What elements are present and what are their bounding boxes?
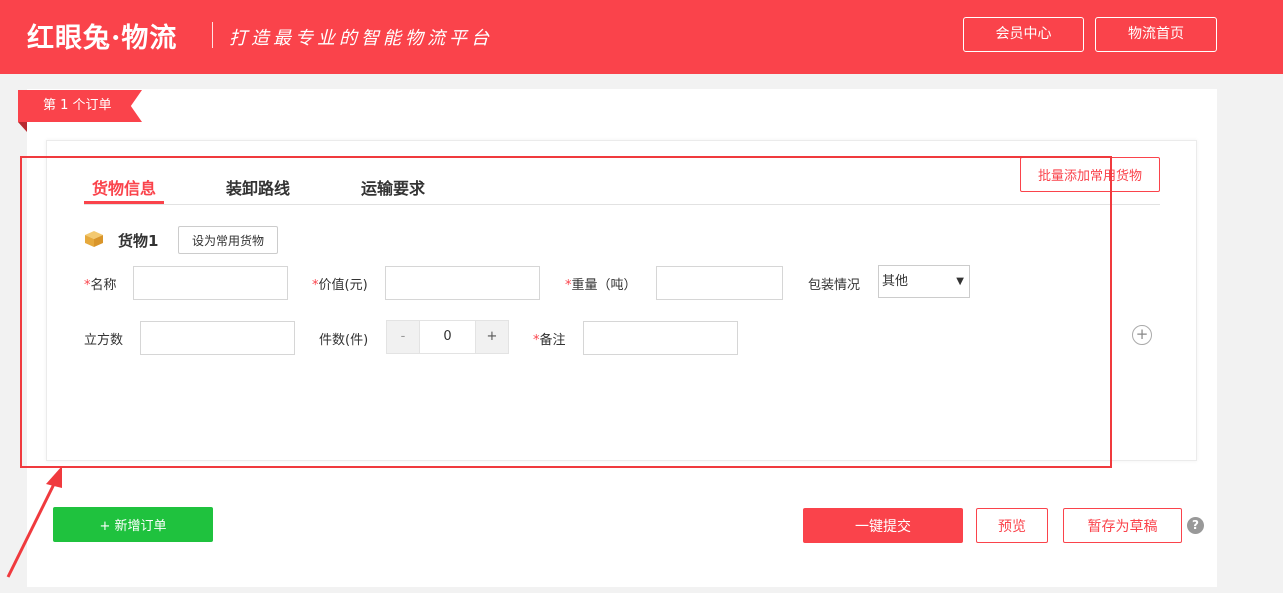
remark-input[interactable] <box>583 321 738 355</box>
order-number-tag: 第 1 个订单 <box>18 90 142 122</box>
volume-label: 立方数 <box>84 333 124 348</box>
package-label: 包装情况 <box>808 278 861 293</box>
logo-divider <box>212 22 213 48</box>
weight-input[interactable] <box>656 266 783 300</box>
save-draft-button[interactable]: 暂存为草稿 <box>1063 508 1182 543</box>
question-circle-icon[interactable]: ? <box>1187 517 1204 534</box>
dropdown-arrow-icon: ▼ <box>956 276 964 287</box>
value-input[interactable] <box>385 266 540 300</box>
pieces-input[interactable]: 0 <box>420 320 475 354</box>
weight-label: *重量（吨） <box>565 278 637 293</box>
remark-label: *备注 <box>533 333 566 348</box>
active-tab-indicator <box>84 201 164 204</box>
top-header: 红眼兔·物流 打造最专业的智能物流平台 会员中心 物流首页 <box>0 0 1283 74</box>
member-center-button[interactable]: 会员中心 <box>963 17 1084 52</box>
package-box-icon <box>85 231 103 247</box>
logistics-home-button[interactable]: 物流首页 <box>1095 17 1217 52</box>
volume-input[interactable] <box>140 321 295 355</box>
value-label: *价值(元) <box>312 278 368 293</box>
logo[interactable]: 红眼兔·物流 <box>27 16 177 55</box>
tab-transport-requirements[interactable]: 运输要求 <box>361 175 425 199</box>
pieces-increment-button[interactable]: + <box>475 320 509 354</box>
set-common-goods-button[interactable]: 设为常用货物 <box>178 226 278 254</box>
preview-button[interactable]: 预览 <box>976 508 1048 543</box>
name-label: *名称 <box>84 278 117 293</box>
tag-fold <box>18 122 27 132</box>
tabs-divider <box>84 204 1160 205</box>
slogan: 打造最专业的智能物流平台 <box>229 28 493 49</box>
name-input[interactable] <box>133 266 288 300</box>
batch-add-common-goods-button[interactable]: 批量添加常用货物 <box>1020 157 1160 192</box>
pieces-label: 件数(件) <box>319 333 369 348</box>
submit-all-button[interactable]: 一键提交 <box>803 508 963 543</box>
add-order-button[interactable]: + 新增订单 <box>53 507 213 542</box>
goods-title: 货物1 <box>118 232 159 250</box>
plus-circle-icon[interactable]: + <box>1132 325 1152 345</box>
tab-goods-info[interactable]: 货物信息 <box>92 175 156 199</box>
tab-loading-route[interactable]: 装卸路线 <box>226 175 290 199</box>
pieces-decrement-button[interactable]: - <box>386 320 420 354</box>
package-select[interactable]: 其他 ▼ <box>878 265 970 298</box>
